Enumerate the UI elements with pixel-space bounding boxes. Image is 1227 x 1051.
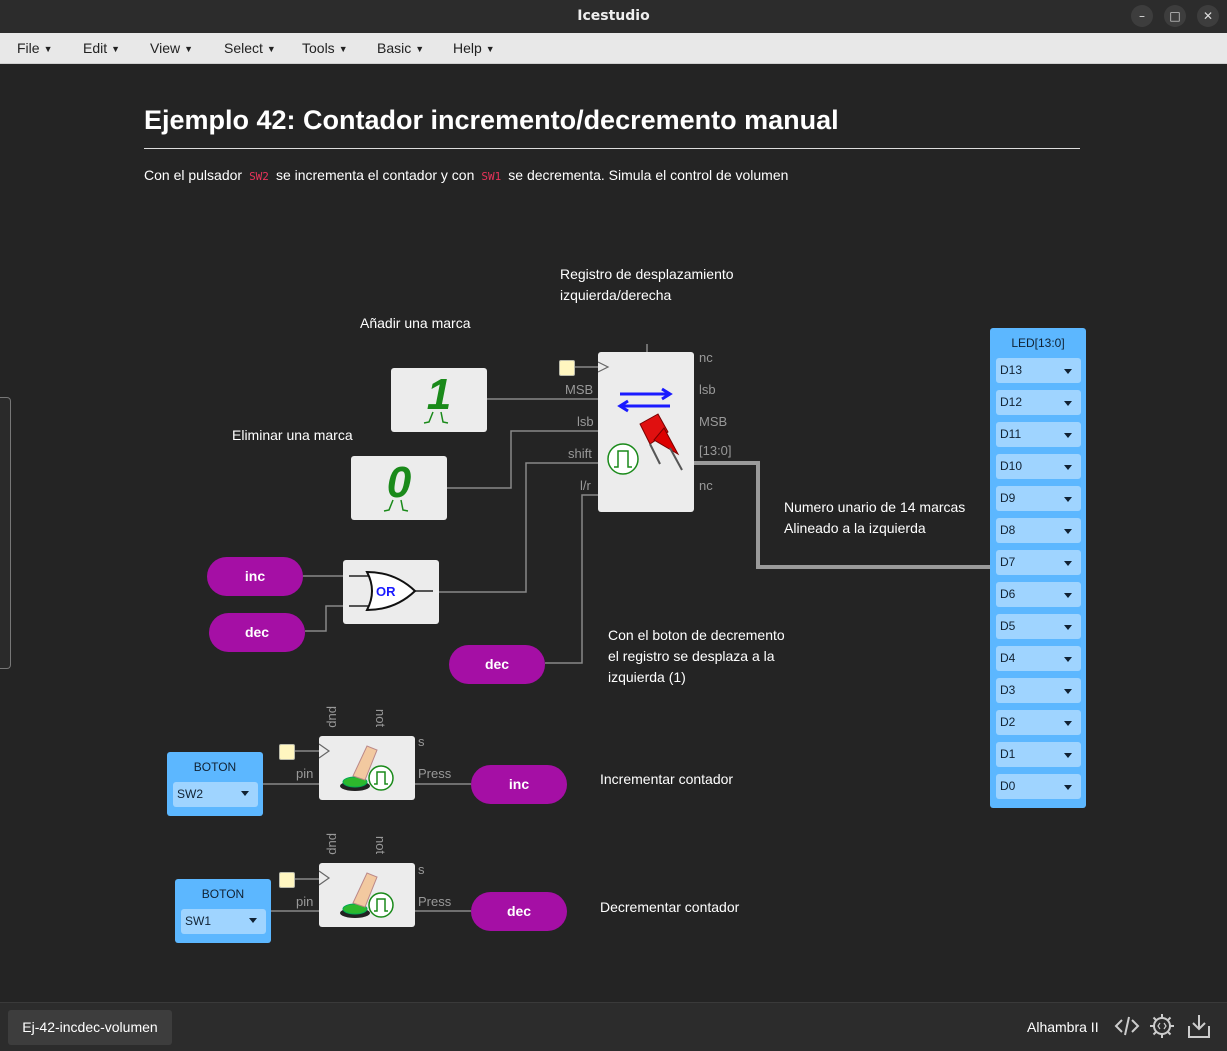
led-pin-d0[interactable]: D0	[996, 774, 1081, 799]
chevron-down-icon	[1064, 401, 1072, 406]
label-dec[interactable]: dec	[449, 645, 545, 684]
chevron-down-icon	[1064, 721, 1072, 726]
led-pin-d11[interactable]: D11	[996, 422, 1081, 447]
led-pin-d5[interactable]: D5	[996, 614, 1081, 639]
port-shift-in: shift	[568, 446, 592, 461]
label-inc[interactable]: inc	[471, 765, 567, 804]
decrement-counter-note: Decrementar contador	[600, 899, 740, 915]
chevron-down-icon	[1064, 561, 1072, 566]
pushpin-icon	[639, 413, 683, 471]
verify-code-icon[interactable]	[1113, 1012, 1141, 1040]
chevron-down-icon	[1064, 593, 1072, 598]
constant-one-block[interactable]: 1	[391, 368, 487, 432]
port-pin: pin	[296, 894, 314, 909]
chevron-down-icon	[1064, 625, 1072, 630]
chevron-down-icon	[1064, 529, 1072, 534]
param-not: not	[373, 709, 388, 728]
or-gate-block[interactable]: OR	[343, 560, 439, 624]
led-pin-d2[interactable]: D2	[996, 710, 1081, 735]
chevron-down-icon	[1064, 785, 1072, 790]
led-pin-d9[interactable]: D9	[996, 486, 1081, 511]
led-pin-d12[interactable]: D12	[996, 390, 1081, 415]
chevron-down-icon	[1064, 753, 1072, 758]
label-dec[interactable]: dec	[471, 892, 567, 931]
chevron-down-icon	[241, 791, 249, 796]
decrement-note: Con el boton de decremento el registro s…	[608, 627, 785, 685]
button-input-sw2[interactable]: BOTON SW2	[167, 752, 263, 816]
led-pin-d6[interactable]: D6	[996, 582, 1081, 607]
param-pup: pup	[326, 706, 341, 728]
chevron-down-icon	[1064, 465, 1072, 470]
pin-select-sw2[interactable]: SW2	[173, 782, 258, 807]
port-s: s	[418, 862, 425, 877]
button-input-sw1[interactable]: BOTON SW1	[175, 879, 271, 943]
constant-zero-block[interactable]: 0	[351, 456, 447, 520]
wire-or-to-shift	[439, 462, 598, 593]
title-divider	[144, 148, 1080, 149]
legs-icon	[423, 411, 449, 424]
port-press: Press	[418, 894, 452, 909]
port-nc-out: nc	[699, 350, 713, 365]
build-gear-icon[interactable]	[1148, 1012, 1176, 1040]
button-block-1[interactable]	[319, 736, 415, 800]
pushbutton-icon	[319, 870, 394, 918]
legs-icon	[383, 499, 409, 512]
param-not: not	[373, 836, 388, 855]
button1-clock-input[interactable]	[279, 744, 295, 760]
status-bar: Ej-42-incdec-volumen Alhambra II	[0, 1002, 1227, 1051]
port-lsb-out: lsb	[699, 382, 716, 397]
port-bus-out: [13:0]	[699, 443, 732, 458]
led-title: LED[13:0]	[1011, 336, 1065, 350]
port-lr-in: l/r	[580, 478, 591, 493]
led-pin-d1[interactable]: D1	[996, 742, 1081, 767]
chevron-down-icon	[1064, 369, 1072, 374]
port-nc-out-2: nc	[699, 478, 713, 493]
board-name[interactable]: Alhambra II	[1027, 1019, 1099, 1035]
increment-counter-note: Incrementar contador	[600, 771, 734, 787]
input-title: BOTON	[193, 760, 237, 774]
port-msb-out: MSB	[699, 414, 728, 429]
shift-arrows-icon	[598, 361, 683, 475]
chevron-down-icon	[1064, 497, 1072, 502]
chevron-down-icon	[249, 918, 257, 923]
input-title: BOTON	[201, 887, 245, 901]
shift-register-block[interactable]	[598, 352, 694, 512]
description: Con el pulsador SW2 se incrementa el conta…	[144, 167, 789, 183]
wire-dec-to-lr	[545, 494, 598, 664]
pin-select-sw1[interactable]: SW1	[181, 909, 266, 934]
remove-mark-note: Eliminar una marca	[232, 427, 353, 443]
led-output-block[interactable]: LED[13:0] D13 D12 D11 D10 D9 D8 D7 D6 D5…	[990, 328, 1086, 808]
led-pin-d3[interactable]: D3	[996, 678, 1081, 703]
led-pin-d10[interactable]: D10	[996, 454, 1081, 479]
chevron-down-icon	[1064, 657, 1072, 662]
port-press: Press	[418, 766, 452, 781]
register-note: Registro de desplazamiento izquierda/der…	[560, 266, 734, 303]
button-block-2[interactable]	[319, 863, 415, 927]
port-lsb-in: lsb	[577, 414, 594, 429]
add-mark-note: Añadir una marca	[360, 315, 471, 331]
pushbutton-icon	[319, 743, 394, 791]
register-clock-input[interactable]	[559, 360, 575, 376]
port-msb-in: MSB	[565, 382, 594, 397]
led-pin-d8[interactable]: D8	[996, 518, 1081, 543]
upload-download-icon[interactable]	[1185, 1012, 1213, 1040]
port-pin: pin	[296, 766, 314, 781]
label-dec[interactable]: dec	[209, 613, 305, 652]
chevron-down-icon	[1064, 689, 1072, 694]
port-s: s	[418, 734, 425, 749]
unary-note: Numero unario de 14 marcas Alineado a la…	[784, 499, 966, 536]
file-tab[interactable]: Ej-42-incdec-volumen	[8, 1010, 172, 1045]
wire-dec-to-or	[305, 605, 343, 632]
param-pup: pup	[326, 833, 341, 855]
or-gate-label: OR	[376, 584, 396, 599]
led-pin-d13[interactable]: D13	[996, 358, 1081, 383]
led-pin-d7[interactable]: D7	[996, 550, 1081, 575]
led-pin-d4[interactable]: D4	[996, 646, 1081, 671]
clock-pulse-icon	[607, 443, 639, 475]
button2-clock-input[interactable]	[279, 872, 295, 888]
chevron-down-icon	[1064, 433, 1072, 438]
page-title: Ejemplo 42: Contador incremento/decremen…	[144, 105, 839, 135]
label-inc[interactable]: inc	[207, 557, 303, 596]
